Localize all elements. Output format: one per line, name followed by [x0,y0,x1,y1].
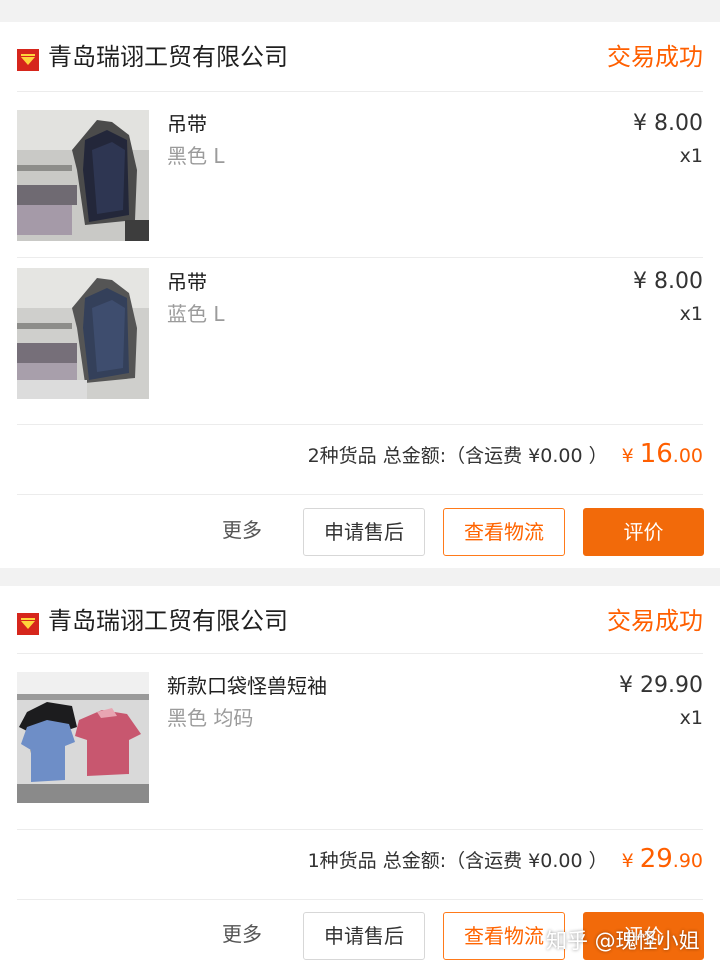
order-item[interactable]: 吊带 蓝色 L ¥ 8.00 x1 [0,268,720,403]
divider [17,899,703,900]
total-decimal: .90 [672,850,703,872]
product-name[interactable]: 吊带 [167,268,207,296]
currency-symbol: ¥ [621,850,634,872]
order-summary: 2种货品 总金额:（含运费 ¥0.00 ） ¥16.00 [308,439,703,479]
product-variant: 黑色 均码 [167,706,254,730]
total-decimal: .00 [672,445,703,467]
more-button[interactable]: 更多 [222,516,262,544]
shop-name[interactable]: 青岛瑞诩工贸有限公司 [48,604,288,638]
order-total: ¥16.00 [622,439,703,469]
product-price: ¥ 8.00 [633,111,703,136]
divider [17,257,703,258]
currency-symbol: ¥ [621,445,634,467]
divider [17,91,703,92]
product-quantity: x1 [679,707,703,729]
order-total: ¥29.90 [622,844,703,874]
shop-icon [17,49,39,71]
product-thumbnail[interactable] [17,110,149,241]
after-sale-button[interactable]: 申请售后 [303,508,425,556]
after-sale-button[interactable]: 申请售后 [303,912,425,960]
view-logistics-button[interactable]: 查看物流 [443,508,565,556]
order-summary-text: 2种货品 总金额:（含运费 ¥0.00 ） [307,445,608,467]
order-header[interactable]: 青岛瑞诩工贸有限公司 交易成功 [0,586,720,656]
order-card: 青岛瑞诩工贸有限公司 交易成功 吊带 黑色 L ¥ 8.00 x1 吊带 蓝色 … [0,22,720,568]
divider [17,829,703,830]
product-name[interactable]: 新款口袋怪兽短袖 [167,672,327,700]
shop-icon [17,613,39,635]
more-button[interactable]: 更多 [222,920,262,948]
order-summary: 1种货品 总金额:（含运费 ¥0.00 ） ¥29.90 [308,844,703,884]
product-price: ¥ 8.00 [633,269,703,294]
divider [17,424,703,425]
watermark: 知乎 @瑰怪小姐 [546,929,700,953]
product-name[interactable]: 吊带 [167,110,207,138]
order-header[interactable]: 青岛瑞诩工贸有限公司 交易成功 [0,22,720,92]
order-status: 交易成功 [607,607,703,635]
product-variant: 黑色 L [167,144,225,168]
order-actions: 更多 申请售后 查看物流 评价 [0,508,720,556]
product-thumbnail[interactable] [17,672,149,803]
order-item[interactable]: 新款口袋怪兽短袖 黑色 均码 ¥ 29.90 x1 [0,672,720,807]
product-thumbnail[interactable] [17,268,149,399]
review-button[interactable]: 评价 [583,508,704,556]
product-quantity: x1 [679,303,703,325]
product-variant: 蓝色 L [167,302,225,326]
divider [17,494,703,495]
order-card: 青岛瑞诩工贸有限公司 交易成功 新款口袋怪兽短袖 黑色 均码 ¥ 29.90 x… [0,586,720,977]
order-status: 交易成功 [607,43,703,71]
divider [17,653,703,654]
total-integer: 16 [639,439,673,469]
product-quantity: x1 [679,145,703,167]
total-integer: 29 [639,844,673,874]
product-price: ¥ 29.90 [619,673,703,698]
order-summary-text: 1种货品 总金额:（含运费 ¥0.00 ） [307,850,608,872]
order-item[interactable]: 吊带 黑色 L ¥ 8.00 x1 [0,110,720,245]
top-strip [0,0,720,22]
shop-name[interactable]: 青岛瑞诩工贸有限公司 [48,40,288,74]
